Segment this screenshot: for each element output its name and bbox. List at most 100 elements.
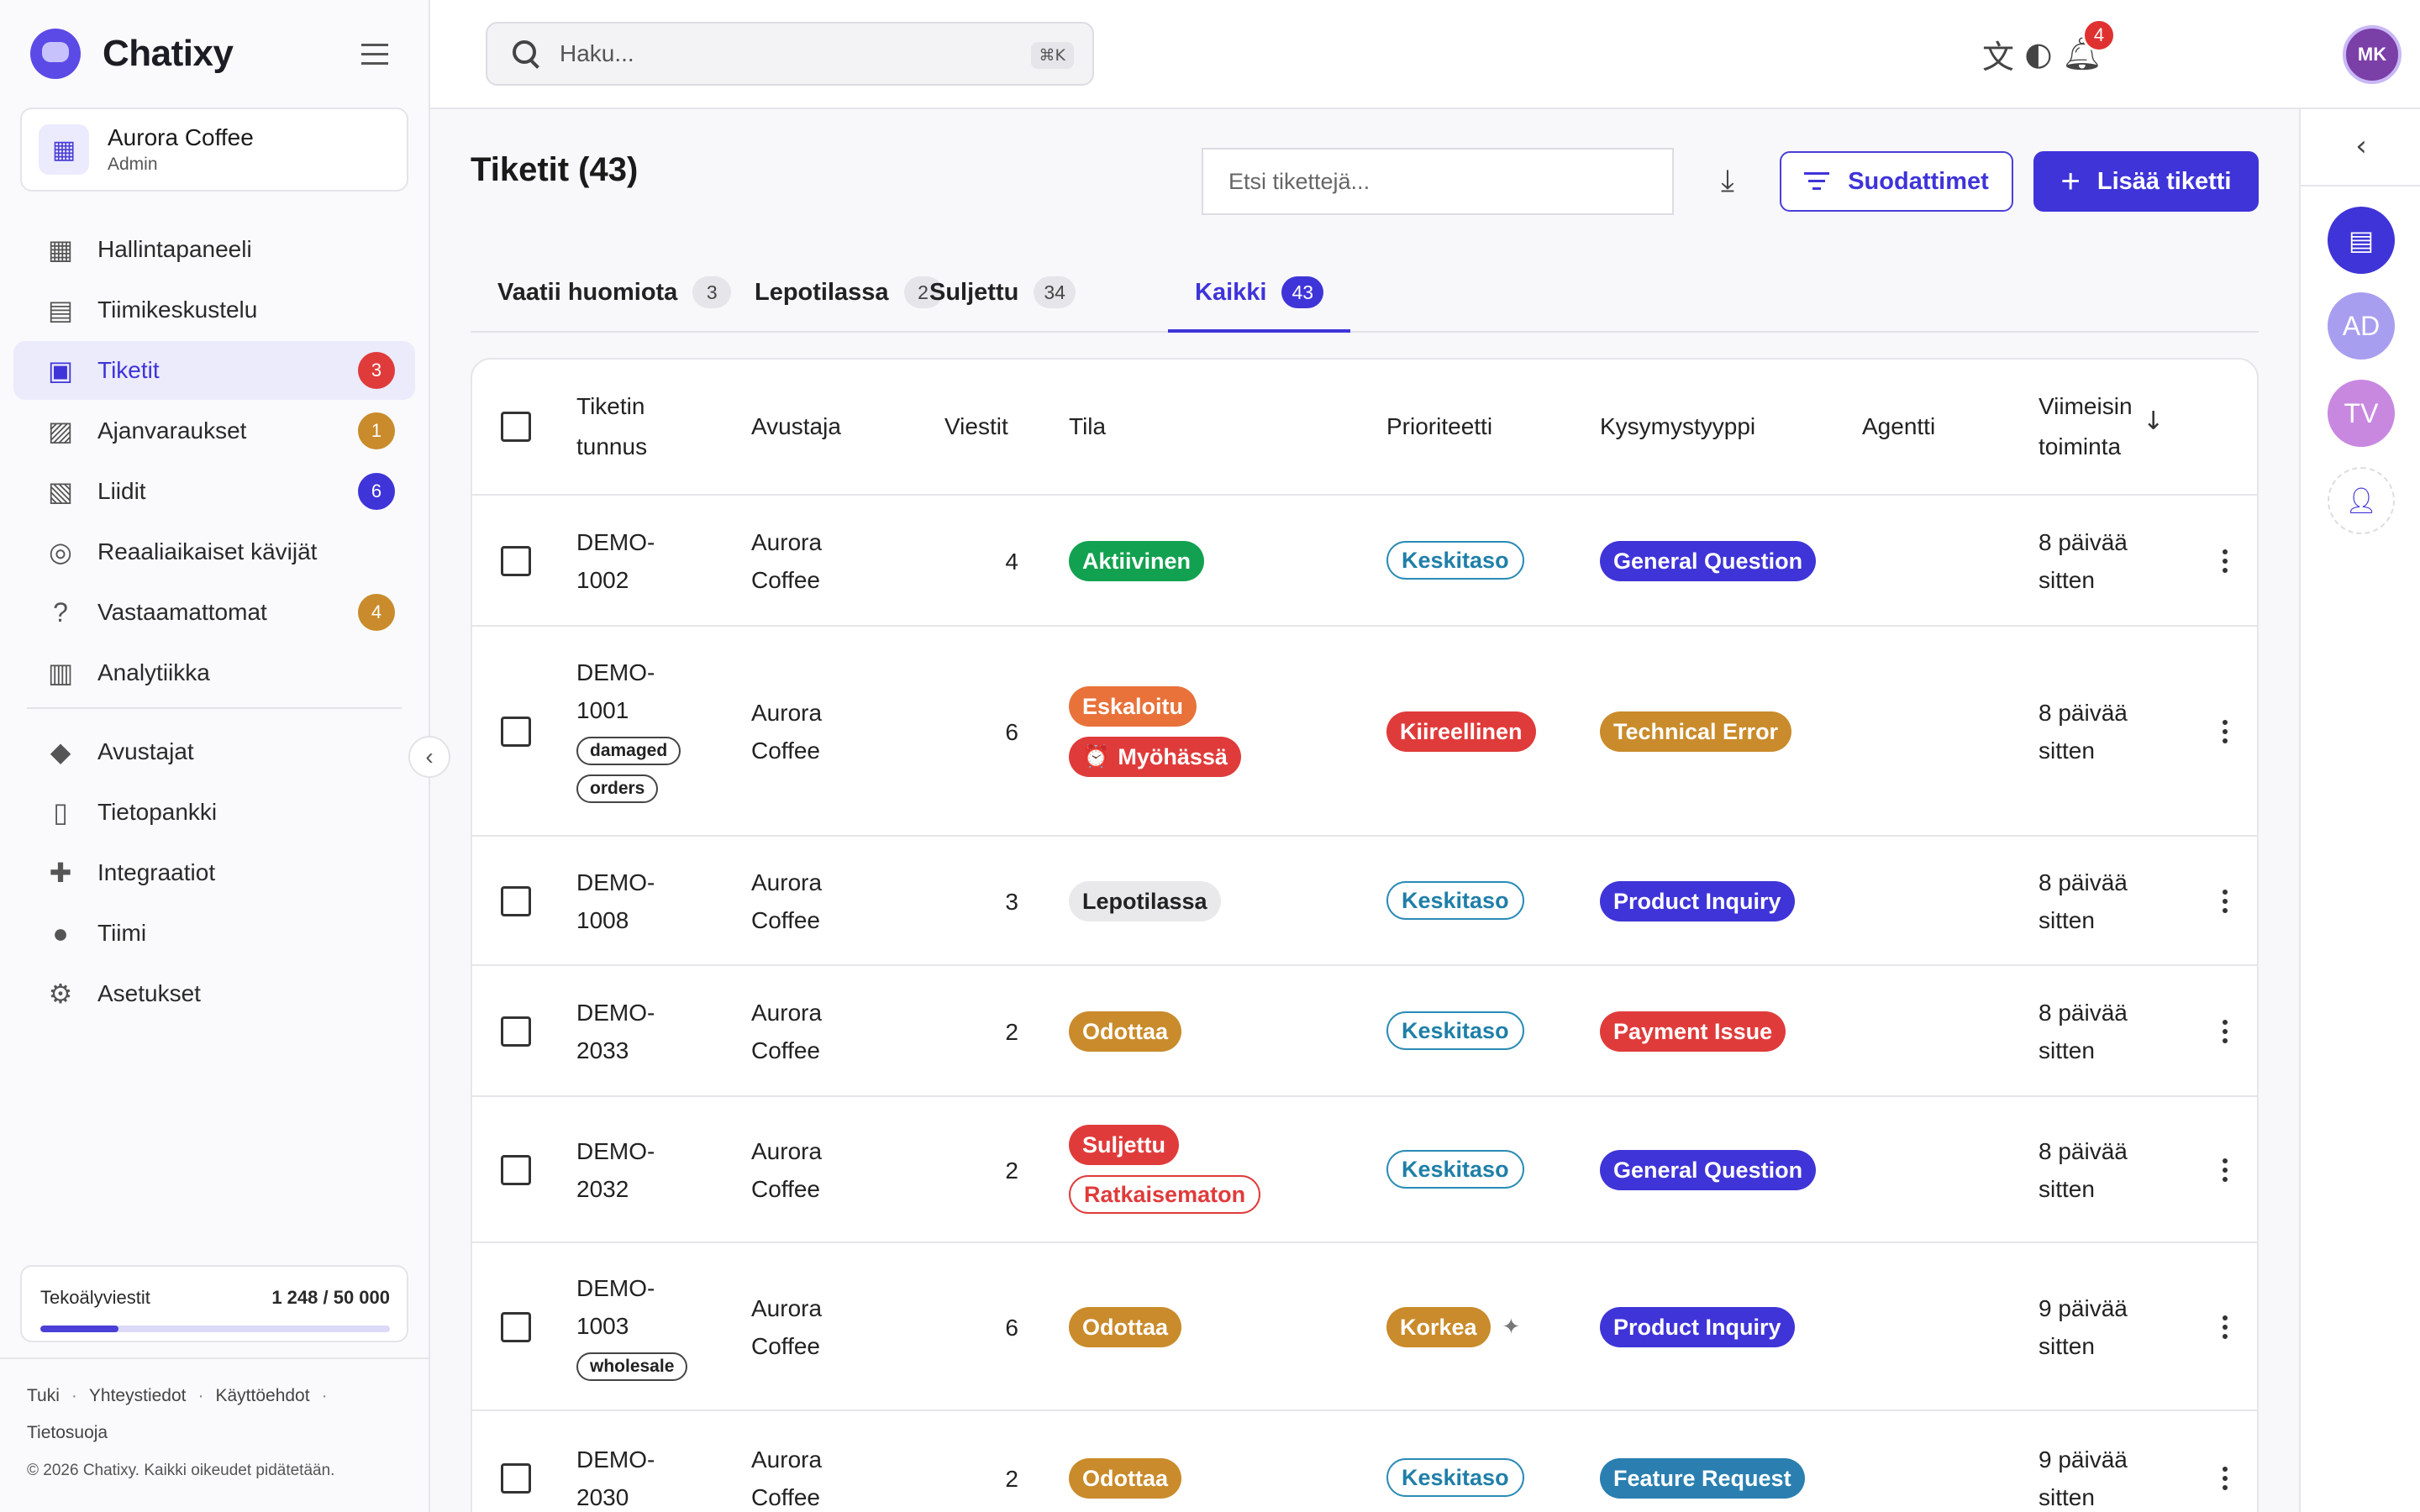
main-content: Tiketit (43) ⤓ Suodattimet + Lisää tiket… bbox=[430, 109, 2299, 1512]
row-more-options-icon[interactable] bbox=[2215, 1310, 2235, 1344]
question-type-cell: General Question bbox=[1600, 541, 1817, 581]
sidebar-item-avustajat[interactable]: ◆ Avustajat bbox=[13, 722, 415, 781]
last-activity: 8 päivää sitten bbox=[2039, 1000, 2128, 1063]
sort-desc-arrow-icon[interactable]: ↓ bbox=[2143, 407, 2164, 436]
priority-badge: Keskitaso bbox=[1386, 1150, 1524, 1189]
add-member-icon[interactable]: 👤︎ bbox=[2328, 467, 2395, 534]
header-ticket-id[interactable]: Tiketin tunnus bbox=[576, 386, 669, 467]
row-checkbox[interactable] bbox=[501, 1155, 531, 1185]
footer-link-privacy[interactable]: Tietosuoja bbox=[27, 1423, 108, 1442]
table-row[interactable]: DEMO-1002 Aurora Coffee 4 Aktiivinen Keskita… bbox=[472, 496, 2257, 627]
brand[interactable]: Chatixy bbox=[30, 27, 234, 81]
user-avatar[interactable]: MK bbox=[2343, 25, 2402, 84]
table-row[interactable]: DEMO-2032 Aurora Coffee 2 Suljettu Ratkaisem… bbox=[472, 1097, 2257, 1243]
search-shortcut: ⌘K bbox=[1030, 42, 1074, 69]
sidebar-item-ajanvaraukset[interactable]: ▨ Ajanvaraukset 1 bbox=[13, 402, 415, 460]
row-checkbox[interactable] bbox=[501, 886, 531, 916]
header-messages[interactable]: Viestit bbox=[944, 407, 1008, 447]
ticket-id-cell: DEMO-2033 bbox=[576, 994, 711, 1069]
table-row[interactable]: DEMO-2030 Aurora Coffee 2 Odottaa Keskitaso F… bbox=[472, 1411, 2257, 1512]
footer-link-terms[interactable]: Käyttöehdot bbox=[215, 1386, 309, 1405]
question-type-cell: Technical Error bbox=[1600, 711, 1792, 752]
row-checkbox[interactable] bbox=[501, 1463, 531, 1494]
assistant-cell: Aurora Coffee bbox=[751, 700, 823, 764]
ticket-tabs: Vaatii huomiota 3 Lepotilassa 2 Suljettu 34 Ka… bbox=[471, 254, 2259, 333]
collapse-sidebar-chevron-icon[interactable]: ‹ bbox=[408, 736, 450, 778]
row-more-options-icon[interactable] bbox=[2215, 1015, 2235, 1048]
row-more-options-icon[interactable] bbox=[2215, 885, 2235, 918]
header-assistant[interactable]: Avustaja bbox=[751, 407, 841, 447]
priority-cell: Kiireellinen bbox=[1386, 711, 1536, 752]
tab-kaikki[interactable]: Kaikki 43 bbox=[1168, 254, 1351, 333]
tab-label: Kaikki bbox=[1195, 278, 1267, 306]
tab-suljettu[interactable]: Suljettu 34 bbox=[902, 254, 1102, 331]
row-checkbox[interactable] bbox=[501, 1016, 531, 1047]
ticket-tag[interactable]: wholesale bbox=[576, 1352, 688, 1381]
filters-button[interactable]: Suodattimet bbox=[1780, 151, 2013, 212]
avatar-tv[interactable]: TV bbox=[2328, 380, 2395, 447]
global-search-input[interactable] bbox=[560, 40, 1013, 67]
sidebar-item-tietopankki[interactable]: ▯ Tietopankki bbox=[13, 783, 415, 842]
quota-progress-fill bbox=[40, 1326, 119, 1332]
avatar-ad[interactable]: AD bbox=[2328, 292, 2395, 360]
app-name: Chatixy bbox=[103, 33, 234, 74]
chip-label: General Question bbox=[1613, 1157, 1803, 1183]
priority-badge: Keskitaso bbox=[1386, 881, 1524, 920]
add-ticket-button[interactable]: + Lisää tiketti bbox=[2033, 151, 2259, 212]
chat-bubble-icon: ▤ bbox=[2348, 225, 2375, 255]
ticket-search-input[interactable] bbox=[1202, 148, 1674, 215]
translate-icon[interactable]: 文 bbox=[1978, 34, 2018, 76]
nav-count-badge: 4 bbox=[358, 594, 395, 631]
rail-chat-button[interactable]: ▤ bbox=[2328, 207, 2395, 274]
sidebar-item-tiimikeskustelu[interactable]: ▤ Tiimikeskustelu bbox=[13, 281, 415, 339]
table-row[interactable]: DEMO-1008 Aurora Coffee 3 Lepotilassa Keskit… bbox=[472, 837, 2257, 966]
sidebar-item-tiimi[interactable]: ● Tiimi bbox=[13, 904, 415, 963]
header-status[interactable]: Tila bbox=[1069, 407, 1106, 447]
sidebar-item-liidit[interactable]: ▧ Liidit 6 bbox=[13, 462, 415, 521]
footer-link-contact[interactable]: Yhteystiedot bbox=[89, 1386, 187, 1405]
sidebar-item-asetukset[interactable]: ⚙ Asetukset bbox=[13, 964, 415, 1023]
tab-vaatii-huomiota[interactable]: Vaatii huomiota 3 bbox=[471, 254, 758, 331]
notifications-bell-icon[interactable]: 🔔︎ 4 bbox=[2062, 18, 2116, 74]
download-icon[interactable]: ⤓ bbox=[1707, 161, 1748, 202]
header-priority[interactable]: Prioriteetti bbox=[1386, 407, 1492, 447]
ticket-tag[interactable]: damaged bbox=[576, 737, 681, 765]
org-switcher[interactable]: ▦ Aurora Coffee Admin bbox=[20, 108, 408, 192]
row-checkbox[interactable] bbox=[501, 546, 531, 576]
header-agent[interactable]: Agentti bbox=[1862, 407, 1935, 447]
header-last-activity[interactable]: Viimeisin toiminta bbox=[2039, 386, 2148, 467]
row-checkbox[interactable] bbox=[501, 717, 531, 747]
global-search[interactable]: ⌘K bbox=[486, 22, 1094, 86]
row-more-options-icon[interactable] bbox=[2215, 1153, 2235, 1187]
right-rail: ‹ ▤ AD TV 👤︎ bbox=[2299, 109, 2420, 1512]
tickets-table: Tiketin tunnus Avustaja Viestit Tila Pri… bbox=[471, 358, 2259, 1512]
theme-toggle-icon[interactable]: ◐ bbox=[2018, 34, 2059, 74]
row-more-options-icon[interactable] bbox=[2215, 544, 2235, 578]
chip-label: Lepotilassa bbox=[1082, 888, 1207, 914]
footer-link-support[interactable]: Tuki bbox=[27, 1386, 60, 1405]
sidebar-item-integraatiot[interactable]: ✚ Integraatiot bbox=[13, 843, 415, 902]
sidebar-item-vastaamattomat[interactable]: ? Vastaamattomat 4 bbox=[13, 583, 415, 642]
row-checkbox[interactable] bbox=[501, 1312, 531, 1342]
expand-panel-chevron-icon[interactable]: ‹ bbox=[2343, 128, 2380, 165]
priority-badge: Kiireellinen bbox=[1386, 711, 1536, 752]
table-row[interactable]: DEMO-1001 damaged orders Aurora Coffee 6 Eska… bbox=[472, 627, 2257, 837]
table-row[interactable]: DEMO-1003 wholesale Aurora Coffee 6 Odottaa K… bbox=[472, 1243, 2257, 1411]
question-type-badge: Payment Issue bbox=[1600, 1011, 1786, 1052]
header-question-type[interactable]: Kysymystyyppi bbox=[1600, 407, 1755, 447]
sidebar-item-hallintapaneeli[interactable]: ▦ Hallintapaneeli bbox=[13, 220, 415, 279]
sidebar-item-reaaliaikaiset-kavijat[interactable]: ◎ Reaaliaikaiset kävijät bbox=[13, 522, 415, 581]
row-more-options-icon[interactable] bbox=[2215, 1462, 2235, 1495]
sidebar-item-tiketit[interactable]: ▣ Tiketit 3 bbox=[13, 341, 415, 400]
tune-settings-icon[interactable] bbox=[358, 39, 392, 69]
row-more-options-icon[interactable] bbox=[2215, 715, 2235, 748]
assistant-cell: Aurora Coffee bbox=[751, 1000, 823, 1063]
chip-label: Keskitaso bbox=[1402, 1464, 1509, 1490]
ticket-tag[interactable]: orders bbox=[576, 774, 659, 803]
table-row[interactable]: DEMO-2033 Aurora Coffee 2 Odottaa Keskitaso P… bbox=[472, 966, 2257, 1097]
question-type-cell: General Question bbox=[1600, 1150, 1817, 1190]
sidebar-item-analytiikka[interactable]: ▥ Analytiikka bbox=[13, 643, 415, 702]
org-role: Admin bbox=[108, 155, 158, 174]
select-all-checkbox[interactable] bbox=[501, 412, 531, 442]
tab-label: Suljettu bbox=[929, 278, 1019, 306]
